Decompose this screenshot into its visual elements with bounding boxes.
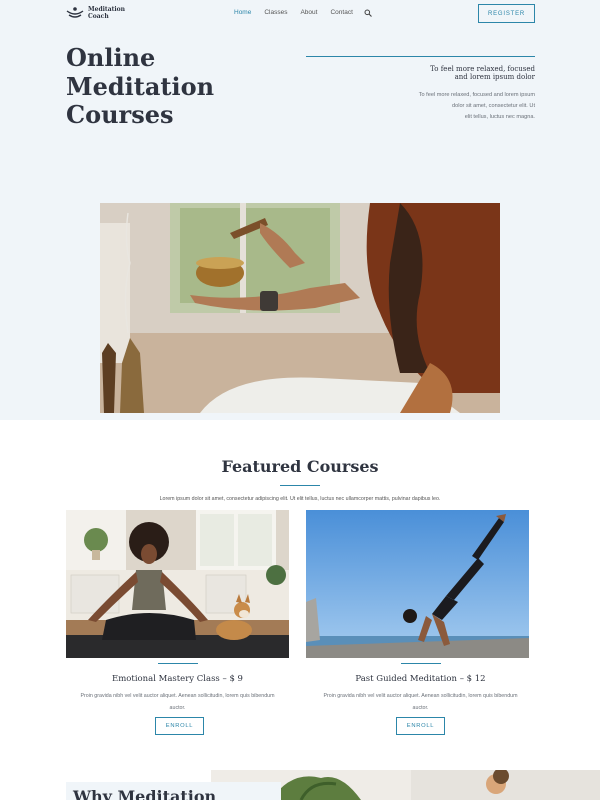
hero-body-line-1: To feel more relaxed, focused and lorem … (418, 92, 535, 98)
nav-contact[interactable]: Contact (330, 9, 352, 16)
hero-subtitle-line-1: To feel more relaxed, focused (430, 65, 535, 73)
title-line-2: Meditation (66, 71, 215, 101)
featured-description: Lorem ipsum dolor sit amet, consectetur … (159, 496, 441, 502)
course-description: Proin gravida nibh vel velit auctor aliq… (60, 691, 295, 714)
featured-divider (280, 485, 320, 486)
search-icon[interactable] (364, 9, 372, 17)
nav-classes[interactable]: Classes (264, 9, 287, 16)
logo[interactable]: Meditation Coach (66, 6, 125, 20)
logo-text-line1: Meditation (88, 6, 126, 13)
hero-body-line-3: elit tellus, luctus nec magna. (464, 114, 535, 120)
hero-subtitle: To feel more relaxed, focused and lorem … (400, 65, 535, 82)
card-divider (401, 663, 441, 664)
course-image-emotional-mastery[interactable] (66, 510, 289, 658)
course-description: Proin gravida nibh vel velit auctor aliq… (303, 691, 538, 714)
hero-body-text: To feel more relaxed, focused and lorem … (395, 90, 535, 123)
enroll-button[interactable]: ENROLL (396, 717, 445, 735)
logo-text-line2: Coach (88, 13, 109, 20)
why-meditation-heading: Why Meditation (73, 787, 217, 800)
enroll-button[interactable]: ENROLL (155, 717, 204, 735)
title-line-3: Courses (66, 100, 174, 129)
course-description-line-1: Proin gravida nibh vel velit auctor aliq… (80, 693, 275, 699)
lotus-logo-icon (66, 7, 84, 18)
register-button[interactable]: REGISTER (478, 4, 535, 23)
title-line-1: Online (66, 43, 156, 72)
hero-subtitle-line-2: and lorem ipsum dolor (454, 73, 535, 82)
course-image-guided-meditation[interactable] (306, 510, 529, 658)
hero-body-line-2: dolor sit amet, consectetur elit. Ut (451, 103, 535, 109)
card-divider (158, 663, 198, 664)
course-title[interactable]: Past Guided Meditation – $ 12 (309, 674, 532, 684)
featured-courses-heading: Featured Courses (221, 457, 379, 476)
hero-image-singing-bowl (100, 203, 500, 413)
course-description-line-2: auctor. (412, 704, 429, 711)
course-title[interactable]: Emotional Mastery Class – $ 9 (66, 674, 289, 684)
page-title: Online Meditation Courses (66, 43, 286, 130)
course-description-line-2: auctor. (169, 704, 186, 711)
course-description-line-1: Proin gravida nibh vel velit auctor aliq… (323, 693, 518, 699)
nav-about[interactable]: About (300, 9, 317, 16)
nav-home[interactable]: Home (234, 9, 251, 16)
hero-divider (306, 56, 535, 57)
main-nav: Home Classes About Contact (234, 9, 353, 16)
